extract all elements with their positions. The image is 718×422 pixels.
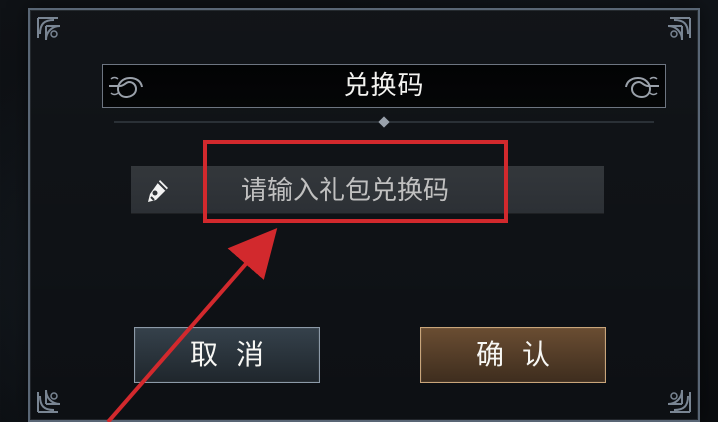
dialog-header: 兑换码 xyxy=(102,64,666,108)
confirm-button[interactable]: 确认 xyxy=(420,327,606,383)
game-screen: 兑换码 取消 确认 xyxy=(0,0,718,422)
dialog-title: 兑换码 xyxy=(343,71,425,101)
title-divider xyxy=(114,116,654,128)
cancel-button[interactable]: 取消 xyxy=(134,327,320,383)
corner-ornament-icon xyxy=(37,389,61,413)
corner-ornament-icon xyxy=(667,17,691,41)
corner-ornament-icon xyxy=(37,17,61,41)
corner-ornament-icon xyxy=(667,389,691,413)
pen-icon xyxy=(148,180,168,202)
input-highlight-box xyxy=(203,140,508,223)
